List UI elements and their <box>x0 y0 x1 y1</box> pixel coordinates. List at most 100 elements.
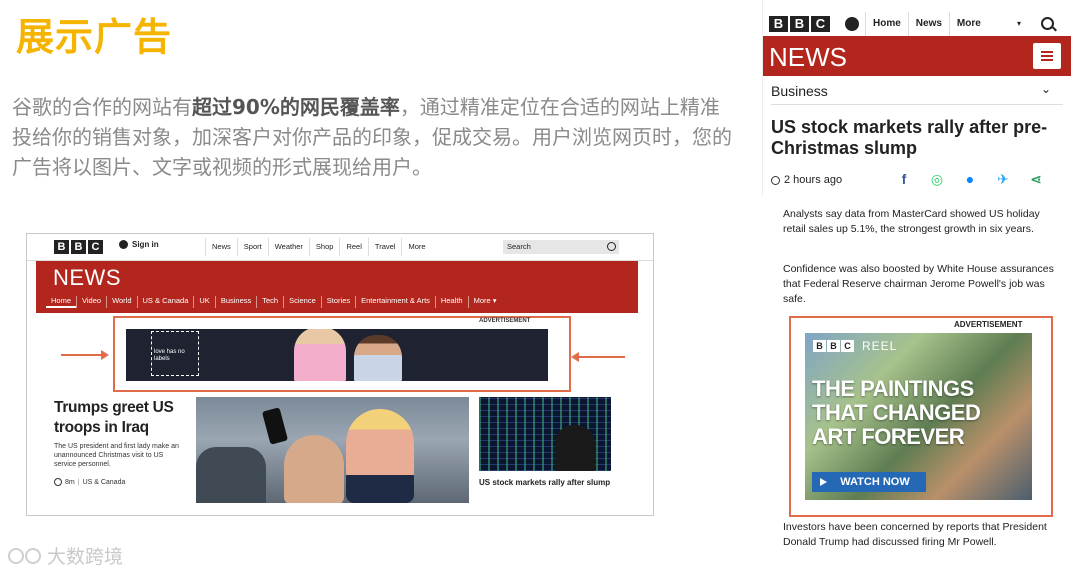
banner-ad[interactable]: love has no labels <box>126 329 548 381</box>
article-title: US stock markets rally after pre-Christm… <box>771 117 1048 158</box>
photo-person <box>555 425 595 471</box>
desktop-search-input[interactable]: Search <box>503 240 619 254</box>
subnav-item-entertainment[interactable]: Entertainment & Arts <box>355 296 435 308</box>
photo-person <box>346 409 414 503</box>
facebook-icon[interactable]: f <box>897 171 911 188</box>
divider <box>771 104 1063 105</box>
slide-description: 谷歌的合作的网站有超过90%的网民覆盖率，通过精准定位在合适的网站上精准投给你的… <box>12 92 732 182</box>
watch-now-button[interactable]: WATCH NOW <box>812 472 926 492</box>
mobile-nav: Home News More <box>865 12 988 36</box>
stock-photo[interactable] <box>479 397 611 471</box>
description-highlight: 超过90%的网民覆盖率 <box>192 95 400 119</box>
bbc-logo[interactable]: B B C <box>769 16 830 32</box>
chevron-down-icon[interactable]: ⌄ <box>1041 82 1051 96</box>
arrow-left-icon <box>571 352 625 362</box>
topnav-item-more[interactable]: More <box>401 238 469 256</box>
bbc-logo-letter: C <box>88 240 103 254</box>
topnav-item-shop[interactable]: Shop <box>308 238 340 256</box>
news-brand[interactable]: NEWS <box>769 42 847 73</box>
article-time: 2 hours ago <box>771 174 842 186</box>
signin-link[interactable]: Sign in <box>119 240 159 249</box>
lead-meta: 8m | US & Canada <box>54 478 125 486</box>
news-brand[interactable]: NEWS <box>53 265 121 291</box>
ad-brand: REEL <box>862 339 898 353</box>
banner-photo-child <box>294 329 346 381</box>
whatsapp-icon[interactable]: ◎ <box>930 171 944 188</box>
desktop-subnav: Home Video World US & Canada UK Business… <box>46 296 502 308</box>
bbc-logo-letter: B <box>827 340 840 352</box>
nav-item-news[interactable]: News <box>907 12 949 36</box>
bbc-logo: B B C <box>813 340 854 352</box>
nav-item-more[interactable]: More <box>948 12 988 36</box>
subnav-item-tech[interactable]: Tech <box>256 296 283 308</box>
desktop-screenshot: B B C Sign in News Sport Weather Shop Re… <box>26 233 654 516</box>
subnav-item-home[interactable]: Home <box>46 296 77 308</box>
desktop-topnav: News Sport Weather Shop Reel Travel More <box>205 238 469 256</box>
photo-phone <box>261 407 289 445</box>
news-band: NEWS Home Video World US & Canada UK Bus… <box>36 261 638 313</box>
messenger-icon[interactable]: ● <box>963 171 977 188</box>
bbc-logo-letter: C <box>811 16 830 32</box>
account-icon <box>119 240 128 249</box>
bbc-logo-letter: B <box>813 340 826 352</box>
meta-section[interactable]: US & Canada <box>83 479 126 486</box>
arrow-right-icon <box>61 350 109 360</box>
meta-divider: | <box>77 478 80 486</box>
secondary-headline[interactable]: US stock markets rally after slump <box>479 477 611 488</box>
subnav-item-uk[interactable]: UK <box>193 296 214 308</box>
article-paragraph: Confidence was also boosted by White Hou… <box>783 263 1054 305</box>
subnav-item-us-canada[interactable]: US & Canada <box>136 296 194 308</box>
topnav-item-news[interactable]: News <box>205 238 237 256</box>
advertisement-label: ADVERTISEMENT <box>479 318 531 324</box>
topnav-item-weather[interactable]: Weather <box>267 238 309 256</box>
slide-title: 展示广告 <box>16 15 173 59</box>
watermark: 大数跨境 <box>8 542 123 569</box>
subnav-item-video[interactable]: Video <box>76 296 106 308</box>
advertisement-label: ADVERTISEMENT <box>954 320 1023 329</box>
topnav-item-reel[interactable]: Reel <box>339 238 367 256</box>
bbc-logo-letter: B <box>769 16 788 32</box>
search-placeholder: Search <box>507 242 531 251</box>
lead-headline[interactable]: Trumps greet US troops in Iraq <box>54 398 204 438</box>
clock-icon <box>54 478 62 486</box>
signin-label: Sign in <box>132 240 159 249</box>
photo-person <box>196 447 266 503</box>
search-icon[interactable] <box>1041 17 1054 30</box>
topnav-item-travel[interactable]: Travel <box>367 238 402 256</box>
share-icon[interactable]: ⋖ <box>1029 171 1043 188</box>
chevron-down-icon[interactable]: ▾ <box>1017 19 1021 28</box>
watermark-logo-icon <box>8 547 41 564</box>
twitter-icon[interactable]: ✈ <box>996 171 1010 188</box>
subnav-item-health[interactable]: Health <box>434 296 468 308</box>
subnav-item-more[interactable]: More ▾ <box>467 296 502 308</box>
nav-item-home[interactable]: Home <box>865 12 908 36</box>
mobile-video-ad[interactable]: B B C REEL THE PAINTINGS THAT CHANGED AR… <box>805 333 1032 500</box>
search-icon[interactable] <box>607 242 616 251</box>
section-label[interactable]: Business <box>771 83 828 99</box>
bbc-logo-letter: B <box>71 240 86 254</box>
lead-summary: The US president and first lady make an … <box>54 443 179 468</box>
account-icon[interactable] <box>845 17 859 31</box>
subnav-item-stories[interactable]: Stories <box>320 296 355 308</box>
banner-text: love has no labels <box>154 349 185 362</box>
subnav-item-science[interactable]: Science <box>283 296 321 308</box>
description-prefix: 谷歌的合作的网站有 <box>12 95 192 119</box>
time-text: 2 hours ago <box>784 174 843 186</box>
lead-photo[interactable] <box>196 397 469 503</box>
ad-headline: THE PAINTINGS THAT CHANGED ART FOREVER <box>812 376 981 449</box>
desktop-topbar: B B C Sign in News Sport Weather Shop Re… <box>27 234 653 261</box>
mobile-screenshot: B B C Home News More ▾ NEWS Business ⌄ U… <box>762 0 1071 196</box>
topnav-item-sport[interactable]: Sport <box>236 238 268 256</box>
photo-person <box>284 435 344 503</box>
article-paragraph: Investors have been concerned by reports… <box>783 521 1047 548</box>
clock-icon <box>771 175 780 185</box>
banner-logo-tile: love has no labels <box>151 331 199 376</box>
watermark-text: 大数跨境 <box>47 546 124 568</box>
share-bar: f ◎ ● ✈ ⋖ <box>897 171 1043 188</box>
meta-time: 8m <box>65 478 75 486</box>
menu-icon[interactable] <box>1033 43 1061 69</box>
subnav-item-world[interactable]: World <box>106 296 136 308</box>
bbc-logo[interactable]: B B C <box>54 240 103 254</box>
bbc-logo-letter: B <box>54 240 69 254</box>
subnav-item-business[interactable]: Business <box>214 296 256 308</box>
